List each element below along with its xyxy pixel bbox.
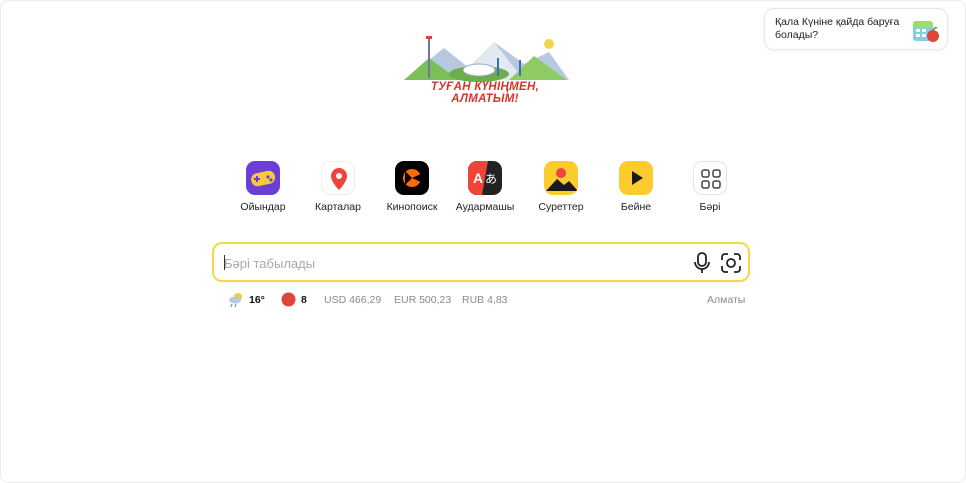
weather-cloud-rain-icon[interactable] bbox=[227, 291, 245, 309]
calendar-apple-icon bbox=[913, 21, 939, 42]
promo-text: Қала Күніне қайда баруға болады? bbox=[775, 16, 900, 41]
logo-caption[interactable]: ТУҒАН КҮНІҢМЕН, АЛМАТЫМ! bbox=[399, 81, 571, 105]
service-label: Аудармашы bbox=[455, 201, 515, 213]
service-label: Суреттер bbox=[538, 201, 584, 213]
service-label: Ойындар bbox=[240, 201, 286, 213]
svg-text:A: A bbox=[473, 170, 483, 186]
service-images[interactable]: Суреттер bbox=[525, 161, 597, 213]
service-label: Карталар bbox=[315, 201, 361, 213]
games-icon bbox=[246, 161, 280, 195]
images-icon bbox=[544, 161, 578, 195]
service-games[interactable]: Ойындар bbox=[227, 161, 299, 213]
search-box bbox=[212, 242, 750, 282]
service-maps[interactable]: Карталар bbox=[302, 161, 374, 213]
currency-usd[interactable]: USD 466,29 bbox=[324, 294, 381, 306]
service-kinopoisk[interactable]: Кинопоиск bbox=[376, 161, 448, 213]
service-label: Бейне bbox=[620, 201, 652, 213]
currency-rub[interactable]: RUB 4,83 bbox=[462, 294, 508, 306]
kinopoisk-icon bbox=[395, 161, 429, 195]
camera-search-icon[interactable] bbox=[720, 252, 742, 274]
service-video[interactable]: Бейне bbox=[600, 161, 672, 213]
all-services-icon bbox=[693, 161, 727, 195]
city-selector[interactable]: Алматы bbox=[707, 294, 745, 306]
info-row: 16° 8 USD 466,29 EUR 500,23 RUB 4,83 Алм… bbox=[227, 291, 745, 311]
video-icon bbox=[619, 161, 653, 195]
page: Қала Күніне қайда баруға болады? ТУҒАН К… bbox=[0, 0, 966, 483]
traffic-icon[interactable] bbox=[281, 292, 296, 307]
service-label: Кинопоиск bbox=[386, 201, 438, 213]
currency-eur[interactable]: EUR 500,23 bbox=[394, 294, 451, 306]
maps-icon bbox=[321, 161, 355, 195]
service-label: Бәрі bbox=[699, 201, 721, 213]
translate-icon: A あ bbox=[468, 161, 502, 195]
services-row: Ойындар Карталар Кинопоиск A あ Аудармашы… bbox=[227, 161, 747, 221]
service-translate[interactable]: A あ Аудармашы bbox=[449, 161, 521, 213]
promo-card[interactable]: Қала Күніне қайда баруға болады? bbox=[764, 8, 948, 50]
service-all[interactable]: Бәрі bbox=[674, 161, 746, 213]
svg-text:あ: あ bbox=[485, 172, 497, 186]
traffic-score[interactable]: 8 bbox=[301, 294, 307, 306]
microphone-icon[interactable] bbox=[692, 252, 712, 274]
weather-temperature[interactable]: 16° bbox=[249, 294, 265, 306]
search-input[interactable] bbox=[224, 253, 664, 273]
